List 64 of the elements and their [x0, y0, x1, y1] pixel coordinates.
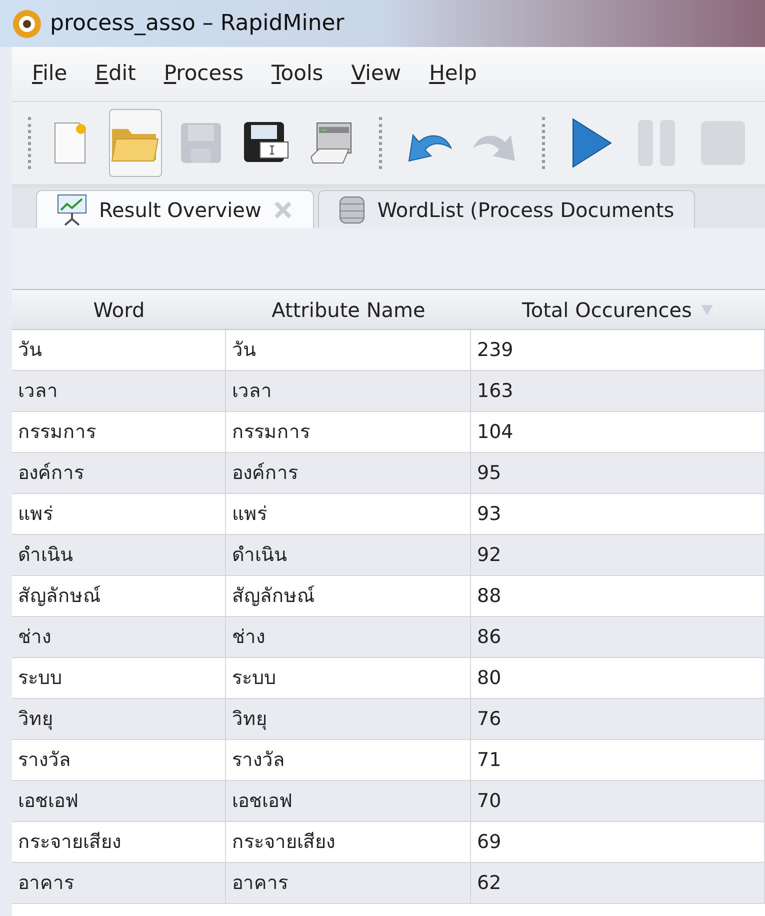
- table-cell: 76: [471, 699, 765, 739]
- new-document-icon: [52, 121, 87, 165]
- table-cell: สัญลักษณ์: [226, 576, 471, 616]
- table-cell: 62: [471, 863, 765, 903]
- pause-icon: [636, 118, 678, 168]
- table-cell: 69: [471, 822, 765, 862]
- chart-easel-icon: [57, 194, 87, 226]
- table-cell: 104: [471, 412, 765, 452]
- table-cell: 88: [471, 576, 765, 616]
- table-cell: 163: [471, 371, 765, 411]
- table-cell: ระบบ: [226, 658, 471, 698]
- table-cell: องค์การ: [12, 453, 226, 493]
- menu-item[interactable]: Help: [429, 58, 477, 90]
- tab-label: Result Overview: [99, 196, 262, 224]
- table-cell: ดำเนิน: [226, 535, 471, 575]
- sort-descending-icon: [700, 304, 714, 316]
- tab[interactable]: Result Overview: [36, 190, 314, 228]
- table-cell: ช่าง: [12, 617, 226, 657]
- table-cell: วัน: [226, 330, 471, 370]
- table-cell: 93: [471, 494, 765, 534]
- table-cell: ช่าง: [226, 617, 471, 657]
- menu-item[interactable]: Process: [164, 58, 244, 90]
- table-cell: รางวัล: [226, 740, 471, 780]
- table-cell: วิทยุ: [12, 699, 226, 739]
- table-cell: วิทยุ: [226, 699, 471, 739]
- table-cell: กรรมการ: [12, 412, 226, 452]
- table-cell: ดำเนิน: [12, 535, 226, 575]
- table-cell: เวลา: [226, 371, 471, 411]
- menu-item[interactable]: File: [32, 58, 68, 90]
- menu-item[interactable]: View: [351, 58, 402, 90]
- table-cell: อาคาร: [12, 863, 226, 903]
- table-cell: เอชเอฟ: [12, 781, 226, 821]
- column-header[interactable]: Attribute Name: [226, 290, 471, 329]
- table-cell: กระจายเสียง: [12, 822, 226, 862]
- app-logo-icon: [12, 8, 42, 38]
- table-cell: องค์การ: [226, 453, 471, 493]
- menu-item[interactable]: Edit: [95, 58, 136, 90]
- column-header[interactable]: Word: [12, 290, 226, 329]
- stop-icon: [699, 119, 746, 167]
- table-cell: แพร่: [12, 494, 226, 534]
- table-cell: 80: [471, 658, 765, 698]
- table-cell: สัญลักษณ์: [12, 576, 226, 616]
- table-cell: เวลา: [12, 371, 226, 411]
- table-cell: กรรมการ: [226, 412, 471, 452]
- menu-item[interactable]: Tools: [272, 58, 324, 90]
- close-icon[interactable]: [273, 200, 294, 220]
- table-cell: 92: [471, 535, 765, 575]
- table-cell: อาคาร: [226, 863, 471, 903]
- table-cell: วัน: [12, 330, 226, 370]
- table-cell: กระจายเสียง: [226, 822, 471, 862]
- table-cell: 70: [471, 781, 765, 821]
- table-cell: แพร่: [226, 494, 471, 534]
- tab-label: WordList (Process Documents: [377, 196, 674, 224]
- table-cell: รางวัล: [12, 740, 226, 780]
- table-cell: 95: [471, 453, 765, 493]
- database-icon: [339, 194, 366, 226]
- column-header[interactable]: Total Occurences: [471, 290, 765, 329]
- table-cell: 86: [471, 617, 765, 657]
- tab[interactable]: WordList (Process Documents: [318, 190, 696, 228]
- table-cell: เอชเอฟ: [226, 781, 471, 821]
- table-cell: 71: [471, 740, 765, 780]
- table-cell: 239: [471, 330, 765, 370]
- window-title: process_asso – RapidMiner: [50, 10, 344, 38]
- table-cell: ระบบ: [12, 658, 226, 698]
